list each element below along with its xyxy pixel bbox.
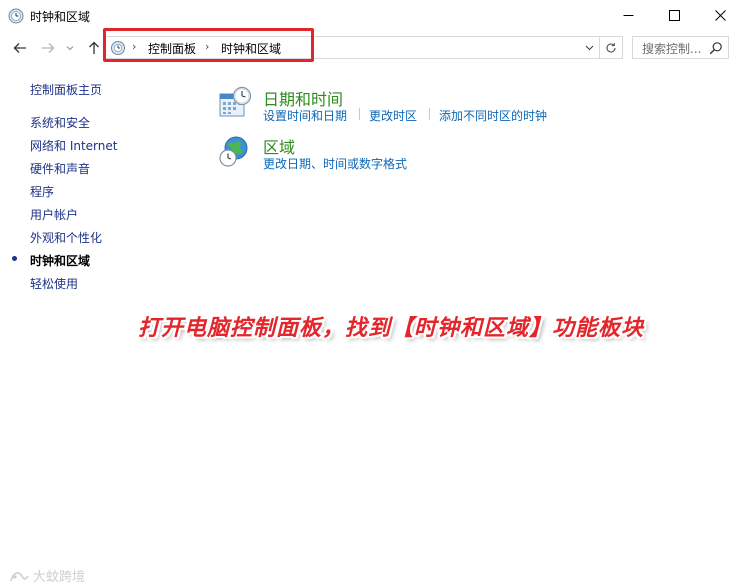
link-add-clocks[interactable]: 添加不同时区的时钟 [439,107,547,124]
search-placeholder: 搜索控制... [642,42,702,56]
refresh-icon [606,42,616,53]
nav-ease-of-access[interactable]: 轻松使用 [30,275,78,292]
back-button[interactable] [9,38,31,58]
refresh-button[interactable] [600,36,623,59]
nav-programs[interactable]: 程序 [30,183,54,200]
nav-network-internet[interactable]: 网络和 Internet [30,137,117,154]
link-divider [359,108,360,120]
search-input[interactable]: 搜索控制... [632,36,729,59]
nav-control-panel-home[interactable]: 控制面板主页 [30,81,102,98]
chevron-right-icon: › [132,40,137,53]
forward-button[interactable] [37,38,59,58]
chevron-right-icon: › [205,40,210,53]
nav-hardware-sound[interactable]: 硬件和声音 [30,160,90,177]
recent-locations-button[interactable] [62,38,78,58]
region-globe-icon [219,136,248,167]
nav-appearance[interactable]: 外观和个性化 [30,229,102,246]
minimize-icon [623,15,633,16]
link-change-formats[interactable]: 更改日期、时间或数字格式 [263,155,407,172]
close-button[interactable] [697,0,743,31]
arrow-up-icon [89,41,99,54]
maximize-button[interactable] [651,0,697,31]
window-title: 时钟和区域 [30,10,91,24]
arrow-right-icon [42,43,55,53]
link-set-time-date[interactable]: 设置时间和日期 [263,107,347,124]
up-button[interactable] [83,38,105,58]
control-panel-icon [111,41,125,55]
title-bar: 时钟和区域 [0,0,743,31]
link-divider [429,108,430,120]
close-icon [714,10,726,21]
chevron-down-icon [585,45,593,50]
nav-system-security[interactable]: 系统和安全 [30,114,90,131]
watermark-logo-icon [10,571,29,581]
chevron-down-icon [66,46,74,51]
nav-clock-region[interactable]: 时钟和区域 [30,252,90,269]
nav-user-accounts[interactable]: 用户帐户 [30,206,78,223]
address-dropdown-button[interactable] [581,39,597,56]
arrow-left-icon [13,43,26,53]
instruction-caption: 打开电脑控制面板，找到【时钟和区域】功能板块 [138,316,645,341]
date-time-icon [219,86,252,117]
link-change-timezone[interactable]: 更改时区 [369,107,417,124]
maximize-icon [668,10,680,21]
address-bar[interactable]: › 控制面板 › 时钟和区域 [105,36,600,59]
clock-region-app-icon [8,8,24,24]
search-icon [709,42,722,55]
watermark-text: 大蚊跨境 [33,570,86,585]
watermark: 大蚊跨境 [9,566,85,585]
breadcrumb-control-panel[interactable]: 控制面板 [148,40,196,57]
minimize-button[interactable] [605,0,651,31]
active-indicator-dot [12,256,17,261]
breadcrumb-clock-region[interactable]: 时钟和区域 [221,40,281,57]
